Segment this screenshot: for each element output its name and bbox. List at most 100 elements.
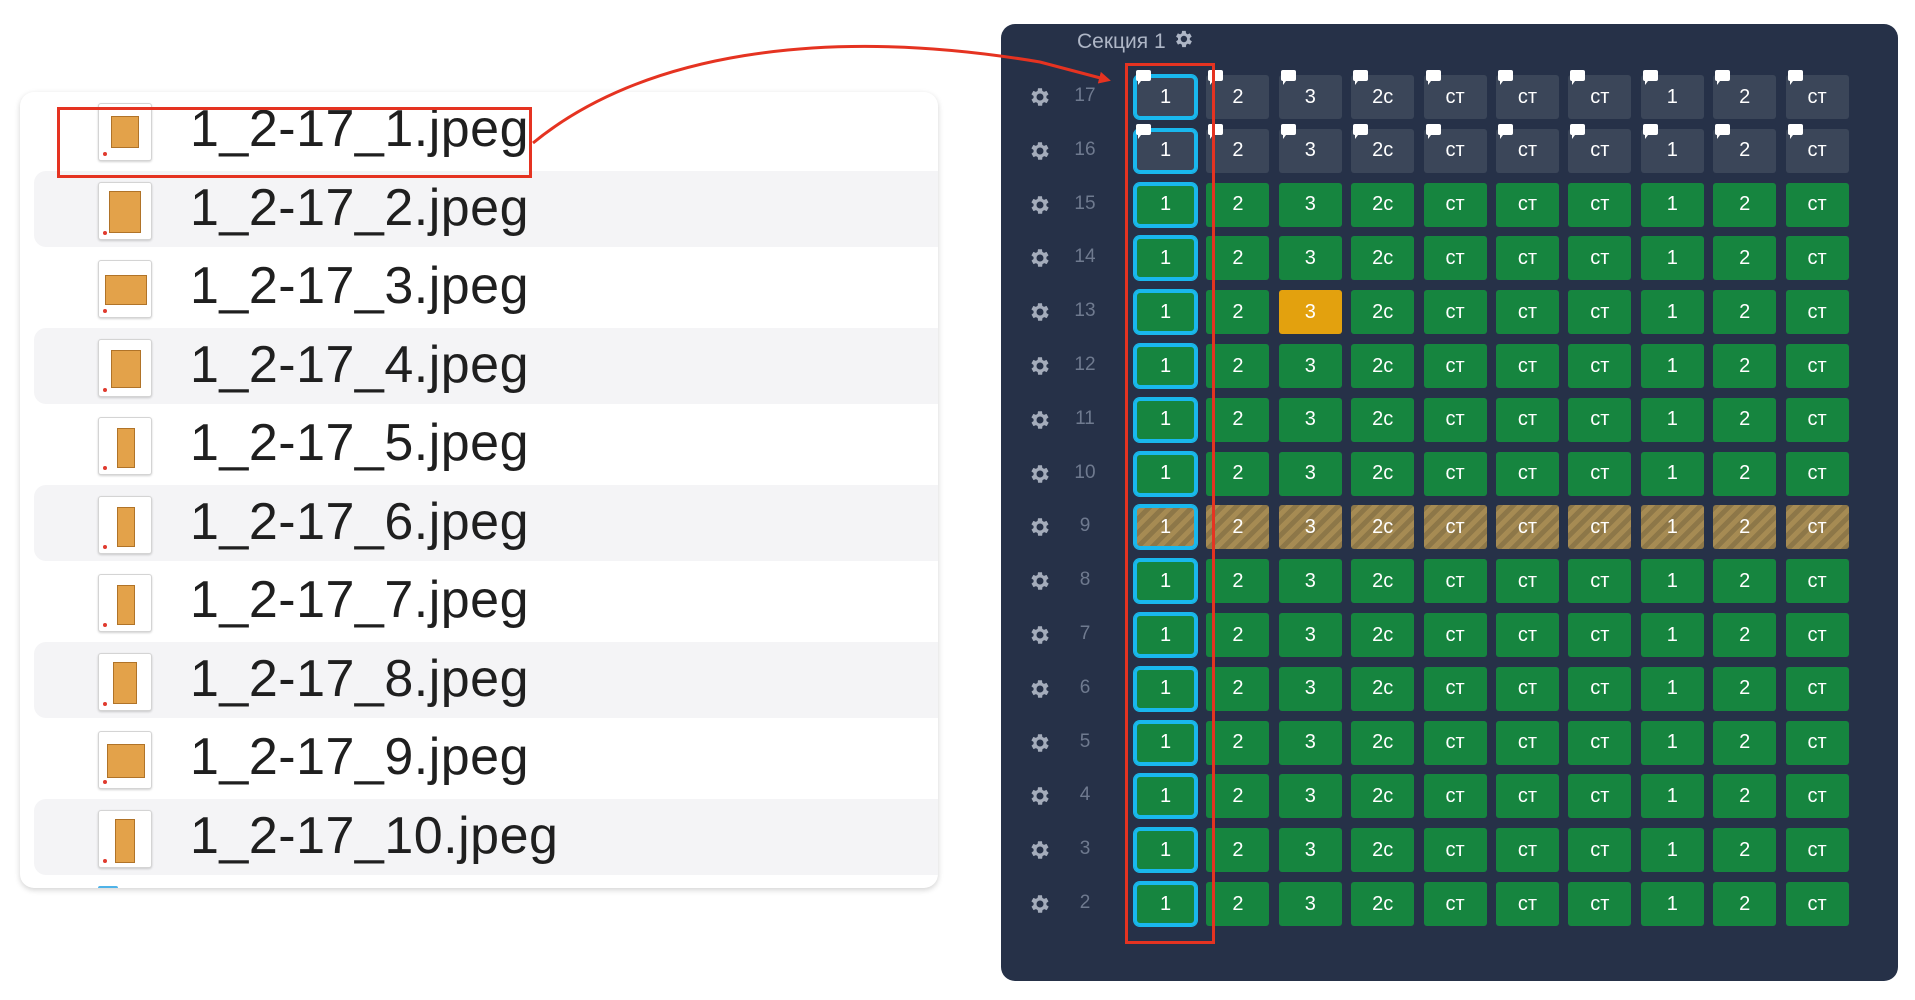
apartment-cell[interactable]: 3	[1278, 720, 1342, 765]
apartment-cell[interactable]: ст	[1496, 451, 1559, 496]
apartment-cell[interactable]: 2	[1206, 451, 1270, 496]
apartment-cell[interactable]: 2с	[1351, 182, 1415, 227]
apartment-cell[interactable]: 2	[1206, 559, 1270, 604]
apartment-cell[interactable]: 2	[1713, 344, 1777, 388]
apartment-cell[interactable]: 1	[1640, 828, 1704, 873]
apartment-cell[interactable]: ст	[1568, 613, 1632, 657]
apartment-cell[interactable]: ст	[1423, 236, 1487, 281]
apartment-cell[interactable]: ст	[1785, 344, 1849, 388]
apartment-cell[interactable]: ст	[1568, 451, 1632, 496]
apartment-cell[interactable]: 2	[1713, 882, 1777, 926]
apartment-cell[interactable]: ст	[1568, 774, 1632, 819]
apartment-cell[interactable]: ст	[1568, 70, 1632, 119]
apartment-cell[interactable]: 2с	[1351, 882, 1415, 926]
apartment-cell[interactable]: 3	[1278, 70, 1342, 119]
comment-icon[interactable]	[1425, 70, 1441, 85]
apartment-cell[interactable]: ст	[1785, 290, 1849, 335]
apartment-cell[interactable]: ст	[1496, 505, 1559, 550]
floor-settings-gear-icon[interactable]	[1027, 838, 1051, 862]
apartment-cell[interactable]: ст	[1423, 451, 1487, 496]
apartment-cell[interactable]: 2	[1713, 236, 1777, 281]
apartment-cell[interactable]: 3	[1278, 290, 1342, 335]
apartment-cell[interactable]: 2	[1206, 666, 1270, 711]
floor-settings-gear-icon[interactable]	[1027, 300, 1051, 324]
file-list-item[interactable]: 1_2-17_2.jpeg	[34, 170, 938, 247]
apartment-cell[interactable]: 3	[1278, 613, 1342, 657]
comment-icon[interactable]	[1498, 123, 1513, 139]
apartment-cell[interactable]: 2с	[1351, 720, 1415, 765]
apartment-cell[interactable]: 2	[1713, 774, 1777, 819]
apartment-cell[interactable]: 1	[1640, 666, 1704, 711]
apartment-cell[interactable]: 2с	[1351, 70, 1415, 119]
floor-settings-gear-icon[interactable]	[1027, 462, 1051, 486]
apartment-cell[interactable]: 1	[1640, 505, 1704, 550]
apartment-cell[interactable]: ст	[1423, 344, 1487, 388]
apartment-cell[interactable]: ст	[1423, 613, 1487, 657]
apartment-cell[interactable]: ст	[1785, 559, 1849, 604]
apartment-cell[interactable]: ст	[1496, 236, 1559, 281]
apartment-cell[interactable]: ст	[1496, 559, 1559, 604]
apartment-cell[interactable]: ст	[1785, 882, 1849, 926]
apartment-cell[interactable]: 2	[1206, 123, 1270, 173]
apartment-cell[interactable]: 1	[1640, 397, 1704, 442]
apartment-cell[interactable]: ст	[1785, 451, 1849, 496]
floor-settings-gear-icon[interactable]	[1027, 731, 1051, 755]
apartment-cell[interactable]: ст	[1496, 613, 1559, 657]
apartment-cell[interactable]: 1	[1640, 882, 1704, 926]
comment-icon[interactable]	[1353, 123, 1369, 139]
comment-icon[interactable]	[1642, 70, 1658, 85]
apartment-cell[interactable]: 1	[1640, 123, 1704, 173]
apartment-cell[interactable]: ст	[1785, 720, 1849, 765]
apartment-cell[interactable]: ст	[1785, 774, 1849, 819]
apartment-cell[interactable]: ст	[1568, 182, 1632, 227]
apartment-cell[interactable]: 1	[1640, 290, 1704, 335]
apartment-cell[interactable]: 2с	[1351, 613, 1415, 657]
apartment-cell[interactable]: ст	[1568, 236, 1632, 281]
apartment-cell[interactable]: ст	[1423, 123, 1487, 173]
file-list-item[interactable]: 1_2-17_7.jpeg	[34, 563, 938, 639]
apartment-cell[interactable]: ст	[1496, 774, 1559, 819]
comment-icon[interactable]	[1715, 123, 1731, 139]
floor-settings-gear-icon[interactable]	[1027, 354, 1051, 378]
apartment-cell[interactable]: 2	[1713, 720, 1777, 765]
floor-settings-gear-icon[interactable]	[1027, 892, 1051, 916]
apartment-cell[interactable]: 2	[1206, 70, 1270, 119]
comment-icon[interactable]	[1280, 123, 1296, 139]
apartment-cell[interactable]: 2	[1206, 774, 1270, 819]
apartment-cell[interactable]: 2	[1713, 451, 1777, 496]
comment-icon[interactable]	[1642, 123, 1658, 139]
floor-settings-gear-icon[interactable]	[1027, 85, 1051, 109]
apartment-cell[interactable]: 2	[1713, 290, 1777, 335]
apartment-cell[interactable]: ст	[1785, 613, 1849, 657]
apartment-cell[interactable]: 3	[1278, 559, 1342, 604]
apartment-cell[interactable]: 1	[1640, 182, 1704, 227]
apartment-cell[interactable]: 2	[1713, 182, 1777, 227]
floor-settings-gear-icon[interactable]	[1027, 623, 1051, 647]
apartment-cell[interactable]: 2с	[1351, 828, 1415, 873]
apartment-cell[interactable]: 2с	[1351, 123, 1415, 173]
apartment-cell[interactable]: ст	[1496, 720, 1559, 765]
apartment-cell[interactable]: 2	[1713, 505, 1777, 550]
apartment-cell[interactable]: 1	[1640, 236, 1704, 281]
apartment-cell[interactable]: ст	[1568, 666, 1632, 711]
apartment-cell[interactable]: 1	[1640, 70, 1704, 119]
file-list-item[interactable]: 1_2-17_5.jpeg	[34, 406, 938, 482]
apartment-cell[interactable]: 2с	[1351, 290, 1415, 335]
apartment-cell[interactable]: 2	[1713, 397, 1777, 442]
apartment-cell[interactable]: 2с	[1351, 666, 1415, 711]
apartment-cell[interactable]: 2	[1206, 290, 1270, 335]
floor-settings-gear-icon[interactable]	[1027, 139, 1051, 163]
comment-icon[interactable]	[1280, 70, 1296, 85]
apartment-cell[interactable]: ст	[1785, 236, 1849, 281]
apartment-cell[interactable]: 2	[1206, 344, 1270, 388]
floor-settings-gear-icon[interactable]	[1027, 193, 1051, 217]
apartment-cell[interactable]: 2	[1206, 720, 1270, 765]
apartment-cell[interactable]: 2	[1206, 613, 1270, 657]
file-list-item[interactable]: 1_2-17_3.jpeg	[34, 249, 938, 325]
apartment-cell[interactable]: ст	[1785, 182, 1849, 227]
apartment-cell[interactable]: ст	[1496, 182, 1559, 227]
floor-settings-gear-icon[interactable]	[1027, 246, 1051, 270]
section-settings-gear-icon[interactable]	[1172, 28, 1194, 56]
apartment-cell[interactable]: ст	[1423, 290, 1487, 335]
comment-icon[interactable]	[1570, 70, 1586, 85]
